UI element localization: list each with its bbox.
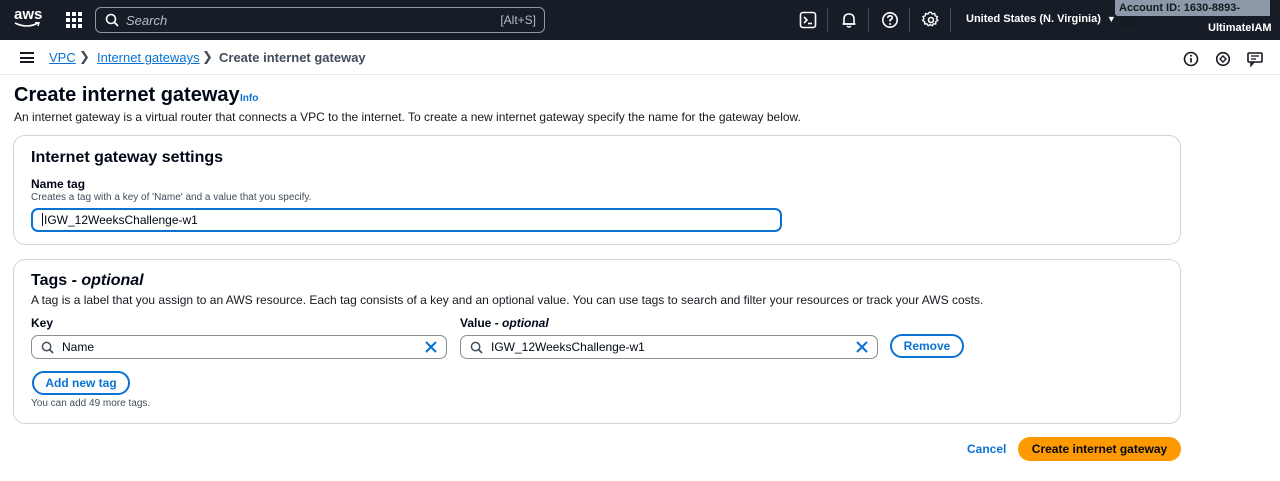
- chevron-right-icon: ❯: [79, 49, 90, 64]
- page-description: An internet gateway is a virtual router …: [14, 110, 801, 124]
- value-label: Value - optional: [460, 316, 549, 330]
- page-title: Create internet gateway: [14, 84, 240, 106]
- menu-icon[interactable]: [20, 52, 34, 63]
- tags-description: A tag is a label that you assign to an A…: [31, 293, 984, 307]
- breadcrumb-vpc[interactable]: VPC: [49, 50, 76, 65]
- nav-divider: [868, 8, 869, 32]
- search-shortcut: [Alt+S]: [500, 13, 536, 27]
- info-link[interactable]: Info: [240, 93, 258, 104]
- tag-key-input[interactable]: Name: [31, 335, 447, 359]
- caret-down-icon: ▼: [1147, 19, 1157, 29]
- help-icon[interactable]: [881, 11, 899, 29]
- settings-heading: Internet gateway settings: [31, 149, 224, 166]
- name-tag-value: IGW_12WeeksChallenge-w1: [44, 213, 198, 227]
- add-new-tag-button[interactable]: Add new tag: [32, 371, 130, 395]
- aws-logo[interactable]: aws: [14, 6, 43, 32]
- text-cursor: [42, 213, 43, 226]
- region-selector[interactable]: United States (N. Virginia) ▼: [966, 13, 1116, 25]
- caret-down-icon: ▼: [1106, 14, 1116, 24]
- name-tag-hint: Creates a tag with a key of 'Name' and a…: [31, 192, 312, 203]
- aws-logo-text: aws: [14, 6, 43, 23]
- clear-icon[interactable]: [424, 340, 438, 354]
- name-tag-input[interactable]: IGW_12WeeksChallenge-w1: [31, 208, 782, 232]
- settings-container: Internet gateway settings Name tag Creat…: [13, 135, 1181, 245]
- services-menu-icon[interactable]: [66, 12, 82, 28]
- create-internet-gateway-button[interactable]: Create internet gateway: [1018, 437, 1181, 461]
- cloudshell-icon[interactable]: [799, 11, 817, 29]
- tags-limit-hint: You can add 49 more tags.: [31, 398, 151, 409]
- breadcrumb-current: Create internet gateway: [219, 50, 366, 65]
- info-circle-icon[interactable]: [1183, 51, 1199, 67]
- tag-key-value: Name: [62, 340, 95, 354]
- aws-smile-icon: [14, 22, 40, 27]
- account-menu[interactable]: Account ID: 1630-8893-3322 ▼: [1115, 0, 1270, 30]
- clear-icon[interactable]: [855, 340, 869, 354]
- search-icon: [105, 13, 119, 27]
- region-label: United States (N. Virginia): [966, 13, 1101, 25]
- name-tag-label: Name tag: [31, 177, 86, 191]
- nav-divider: [909, 8, 910, 32]
- nav-divider: [950, 8, 951, 32]
- tag-value-input[interactable]: IGW_12WeeksChallenge-w1: [460, 335, 878, 359]
- feedback-icon[interactable]: [1247, 51, 1263, 67]
- top-navigation: aws Search [Alt+S] United States (N. Vir…: [0, 0, 1280, 40]
- tags-heading: Tags - optional: [31, 272, 144, 289]
- global-search-input[interactable]: Search [Alt+S]: [95, 7, 545, 33]
- breadcrumb-bar: VPC ❯ Internet gateways ❯ Create interne…: [0, 40, 1280, 75]
- cancel-button[interactable]: Cancel: [967, 442, 1006, 456]
- breadcrumb-internet-gateways[interactable]: Internet gateways: [97, 50, 200, 65]
- tags-container: Tags - optional A tag is a label that yo…: [13, 259, 1181, 424]
- search-placeholder: Search: [126, 13, 168, 28]
- search-icon: [470, 341, 483, 354]
- remove-tag-button[interactable]: Remove: [890, 334, 964, 358]
- nav-divider: [827, 8, 828, 32]
- key-label: Key: [31, 316, 54, 330]
- chevron-right-icon: ❯: [202, 49, 213, 64]
- gear-icon[interactable]: [922, 11, 940, 29]
- search-icon: [41, 341, 54, 354]
- history-icon[interactable]: [1215, 51, 1231, 67]
- bell-icon[interactable]: [840, 11, 858, 29]
- username[interactable]: UltimateIAM: [1208, 22, 1272, 34]
- tag-value-value: IGW_12WeeksChallenge-w1: [491, 340, 645, 354]
